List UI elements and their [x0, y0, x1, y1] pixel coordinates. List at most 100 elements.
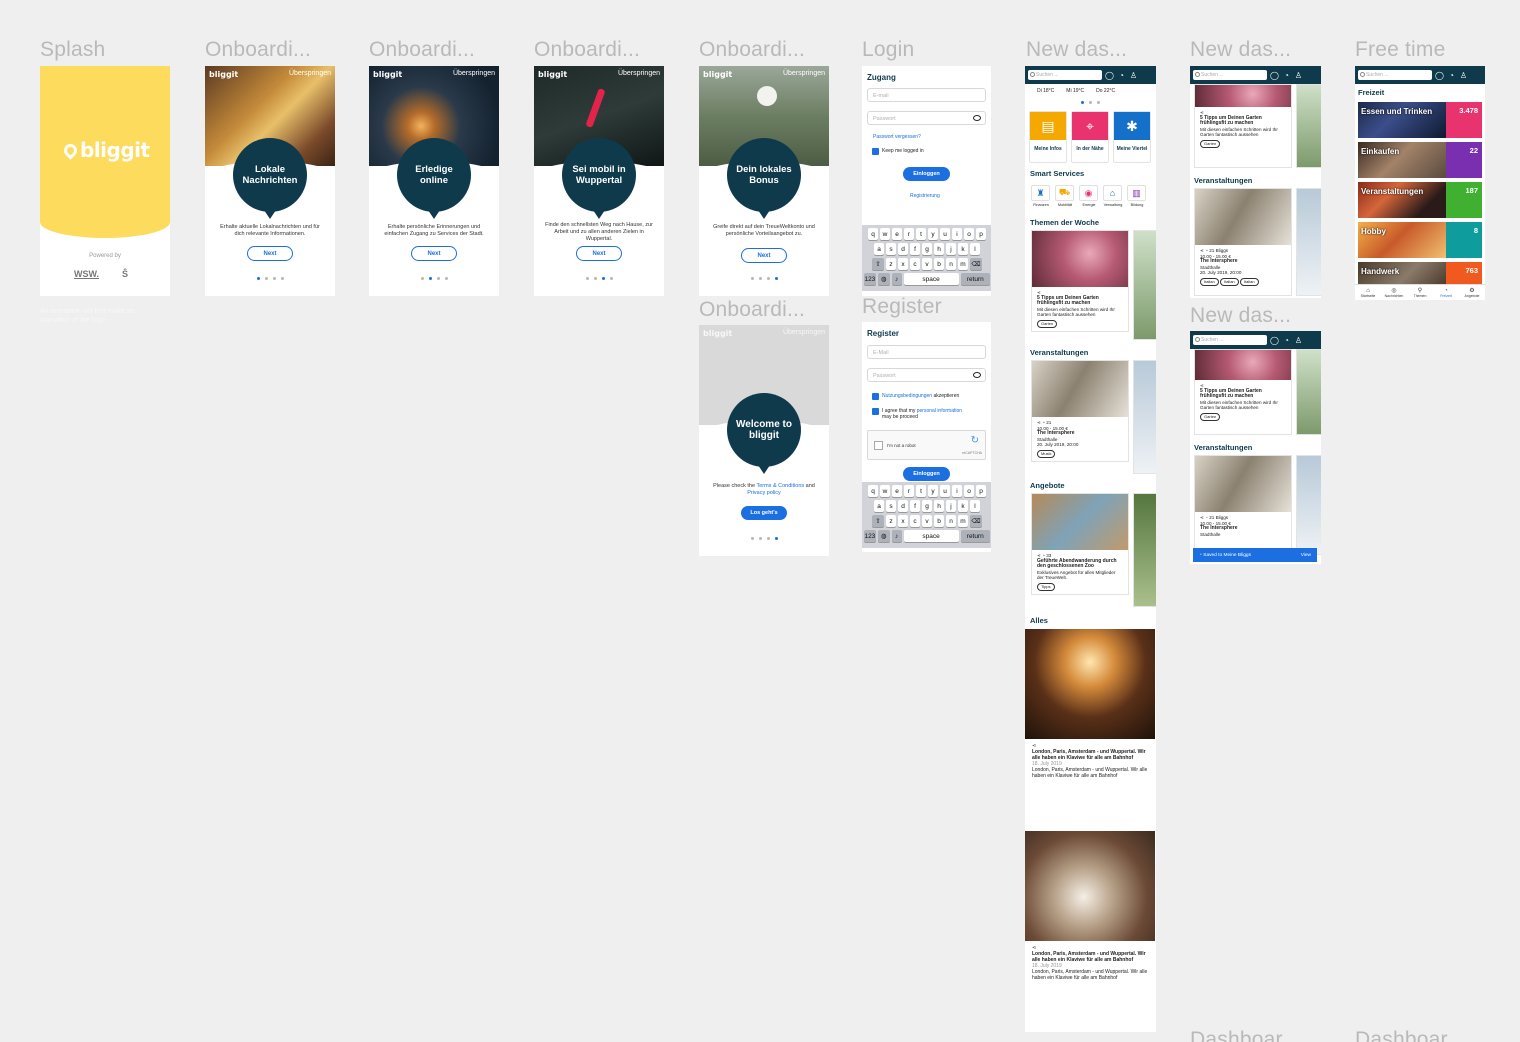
key-l[interactable]: l — [970, 243, 980, 255]
nav-angebote[interactable]: ⚙ Angebote — [1460, 287, 1484, 298]
article-card-peek[interactable] — [1296, 349, 1321, 435]
key-m[interactable]: m — [958, 258, 968, 270]
nav-nachrichten[interactable]: ◎ Nachrichten — [1382, 287, 1406, 298]
user-icon[interactable]: ♙ — [1459, 71, 1468, 80]
article-card[interactable]: ⋖ 5 Tipps um Deinen Garten frühlingsfit … — [1031, 230, 1129, 332]
news-item-1[interactable]: ⋖ London, Paris, Amsterdam - und Wuppert… — [1032, 743, 1150, 779]
event-card[interactable]: ⋖ ◔ 21 10.00 - 15.00 € The Intersphere S… — [1031, 360, 1129, 462]
mic-icon[interactable]: ♪ — [891, 273, 902, 285]
clock-icon[interactable]: ◔ — [1282, 71, 1291, 80]
eye-icon[interactable] — [973, 115, 981, 121]
tag[interactable]: Italian — [1200, 277, 1219, 286]
login-button[interactable]: Einloggen — [903, 167, 950, 181]
chat-icon[interactable]: ◯ — [1105, 71, 1114, 80]
tile-meine-infos[interactable]: ▤ Meine Infos — [1029, 111, 1067, 163]
key-f[interactable]: f — [910, 243, 920, 255]
skip-link[interactable]: Überspringen — [783, 329, 825, 338]
event-card-peek[interactable] — [1296, 188, 1321, 296]
key-q[interactable]: q — [868, 485, 878, 497]
search-input[interactable]: Suchen ... — [1358, 70, 1432, 80]
key-g[interactable]: g — [922, 243, 932, 255]
key-o[interactable]: o — [964, 228, 974, 240]
key-l[interactable]: l — [970, 500, 980, 512]
category-veranstaltungen[interactable]: Veranstaltungen 187 — [1358, 182, 1482, 218]
key-w[interactable]: w — [880, 485, 890, 497]
key-o[interactable]: o — [964, 485, 974, 497]
service-bildung[interactable]: ▥ Bildung — [1127, 185, 1147, 207]
shift-icon[interactable]: ⇧ — [872, 515, 884, 527]
key-s[interactable]: s — [886, 243, 896, 255]
key-b[interactable]: b — [934, 515, 944, 527]
keep-logged-in-checkbox[interactable]: Keep me logged in — [872, 148, 924, 155]
key-d[interactable]: d — [898, 500, 908, 512]
nav-freizeit[interactable]: ◔ Freizeit — [1434, 288, 1458, 298]
key-y[interactable]: y — [928, 485, 938, 497]
password-field[interactable]: Passwort — [867, 368, 986, 382]
skip-link[interactable]: Überspringen — [289, 70, 331, 79]
email-field[interactable]: E-mail — [867, 88, 986, 102]
key-n[interactable]: n — [946, 258, 956, 270]
backspace-icon[interactable]: ⌫ — [970, 515, 982, 527]
key-a[interactable]: a — [874, 500, 884, 512]
globe-icon[interactable]: ◍ — [877, 530, 890, 542]
key-u[interactable]: u — [940, 485, 950, 497]
key-f[interactable]: f — [910, 500, 920, 512]
event-card[interactable]: ⋖ ◔ 21 Bliggs 10.00 - 15.00 € The Inters… — [1194, 455, 1292, 555]
key-h[interactable]: h — [934, 243, 944, 255]
toast-view-button[interactable]: View — [1301, 553, 1311, 558]
personal-information-link[interactable]: personal information — [917, 408, 962, 414]
recaptcha-box[interactable]: I'm not a robot ↻ reCAPTCHA — [867, 430, 986, 460]
tag[interactable]: Italian — [1239, 277, 1259, 286]
key-x[interactable]: x — [898, 515, 908, 527]
tag[interactable]: Italian — [1219, 277, 1239, 286]
key-t[interactable]: t — [916, 485, 926, 497]
chat-icon[interactable]: ◯ — [1270, 71, 1279, 80]
key-h[interactable]: h — [934, 500, 944, 512]
category-handwerk[interactable]: Handwerk 763 — [1358, 262, 1482, 284]
terms-link[interactable]: Nutzungsbedingungen — [882, 393, 932, 399]
captcha-checkbox[interactable] — [874, 441, 883, 450]
service-mobilitaet[interactable]: ⛟ Mobilität — [1055, 185, 1075, 207]
chat-icon[interactable]: ◯ — [1270, 336, 1279, 345]
key-p[interactable]: p — [976, 485, 986, 497]
key-q[interactable]: q — [868, 228, 878, 240]
skip-link[interactable]: Überspringen — [453, 70, 495, 79]
share-icon[interactable]: ⋖ — [1200, 515, 1204, 520]
service-energie[interactable]: ◉ Energie — [1079, 185, 1099, 207]
key-k[interactable]: k — [958, 243, 968, 255]
next-button[interactable]: Next — [247, 246, 293, 261]
article-card-peek[interactable] — [1133, 230, 1156, 340]
key-i[interactable]: i — [952, 485, 962, 497]
forgot-password-link[interactable]: Passwort vergessen? — [873, 134, 921, 140]
event-card-peek[interactable] — [1296, 455, 1321, 555]
return-key[interactable]: return — [960, 530, 990, 542]
share-icon[interactable]: ⋖ — [1200, 248, 1204, 253]
return-key[interactable]: return — [960, 273, 990, 285]
article-card[interactable]: ⋖ 5 Tipps um Deinen Garten frühlingsfit … — [1194, 84, 1292, 168]
email-field[interactable]: E-Mail — [867, 345, 986, 359]
key-j[interactable]: j — [946, 500, 956, 512]
user-icon[interactable]: ♙ — [1294, 336, 1303, 345]
category-einkaufen[interactable]: Einkaufen 22 — [1358, 142, 1482, 178]
clock-icon[interactable]: ◔ — [1447, 71, 1456, 80]
skip-link[interactable]: Überspringen — [783, 70, 825, 79]
privacy-link[interactable]: Privacy policy — [747, 490, 781, 496]
numbers-key[interactable]: 123 — [864, 530, 876, 542]
key-z[interactable]: z — [886, 258, 896, 270]
article-card-peek[interactable] — [1296, 84, 1321, 168]
user-icon[interactable]: ♙ — [1129, 71, 1138, 80]
news-item-2[interactable]: ⋖ London, Paris, Amsterdam - und Wuppert… — [1032, 945, 1150, 981]
password-field[interactable]: Passwort — [867, 111, 986, 125]
key-y[interactable]: y — [928, 228, 938, 240]
chat-icon[interactable]: ◯ — [1435, 71, 1444, 80]
tile-meine-viertel[interactable]: ✱ Meine Viertel — [1113, 111, 1151, 163]
next-button[interactable]: Next — [411, 246, 457, 261]
share-icon[interactable]: ⋖ — [1037, 420, 1041, 425]
key-c[interactable]: c — [910, 258, 920, 270]
eye-icon[interactable] — [973, 372, 981, 378]
search-input[interactable]: Suchen ... — [1193, 70, 1267, 80]
register-submit-button[interactable]: Einloggen — [903, 467, 950, 481]
key-c[interactable]: c — [910, 515, 920, 527]
skip-link[interactable]: Überspringen — [618, 70, 660, 79]
clock-icon[interactable]: ◔ — [1282, 336, 1291, 345]
